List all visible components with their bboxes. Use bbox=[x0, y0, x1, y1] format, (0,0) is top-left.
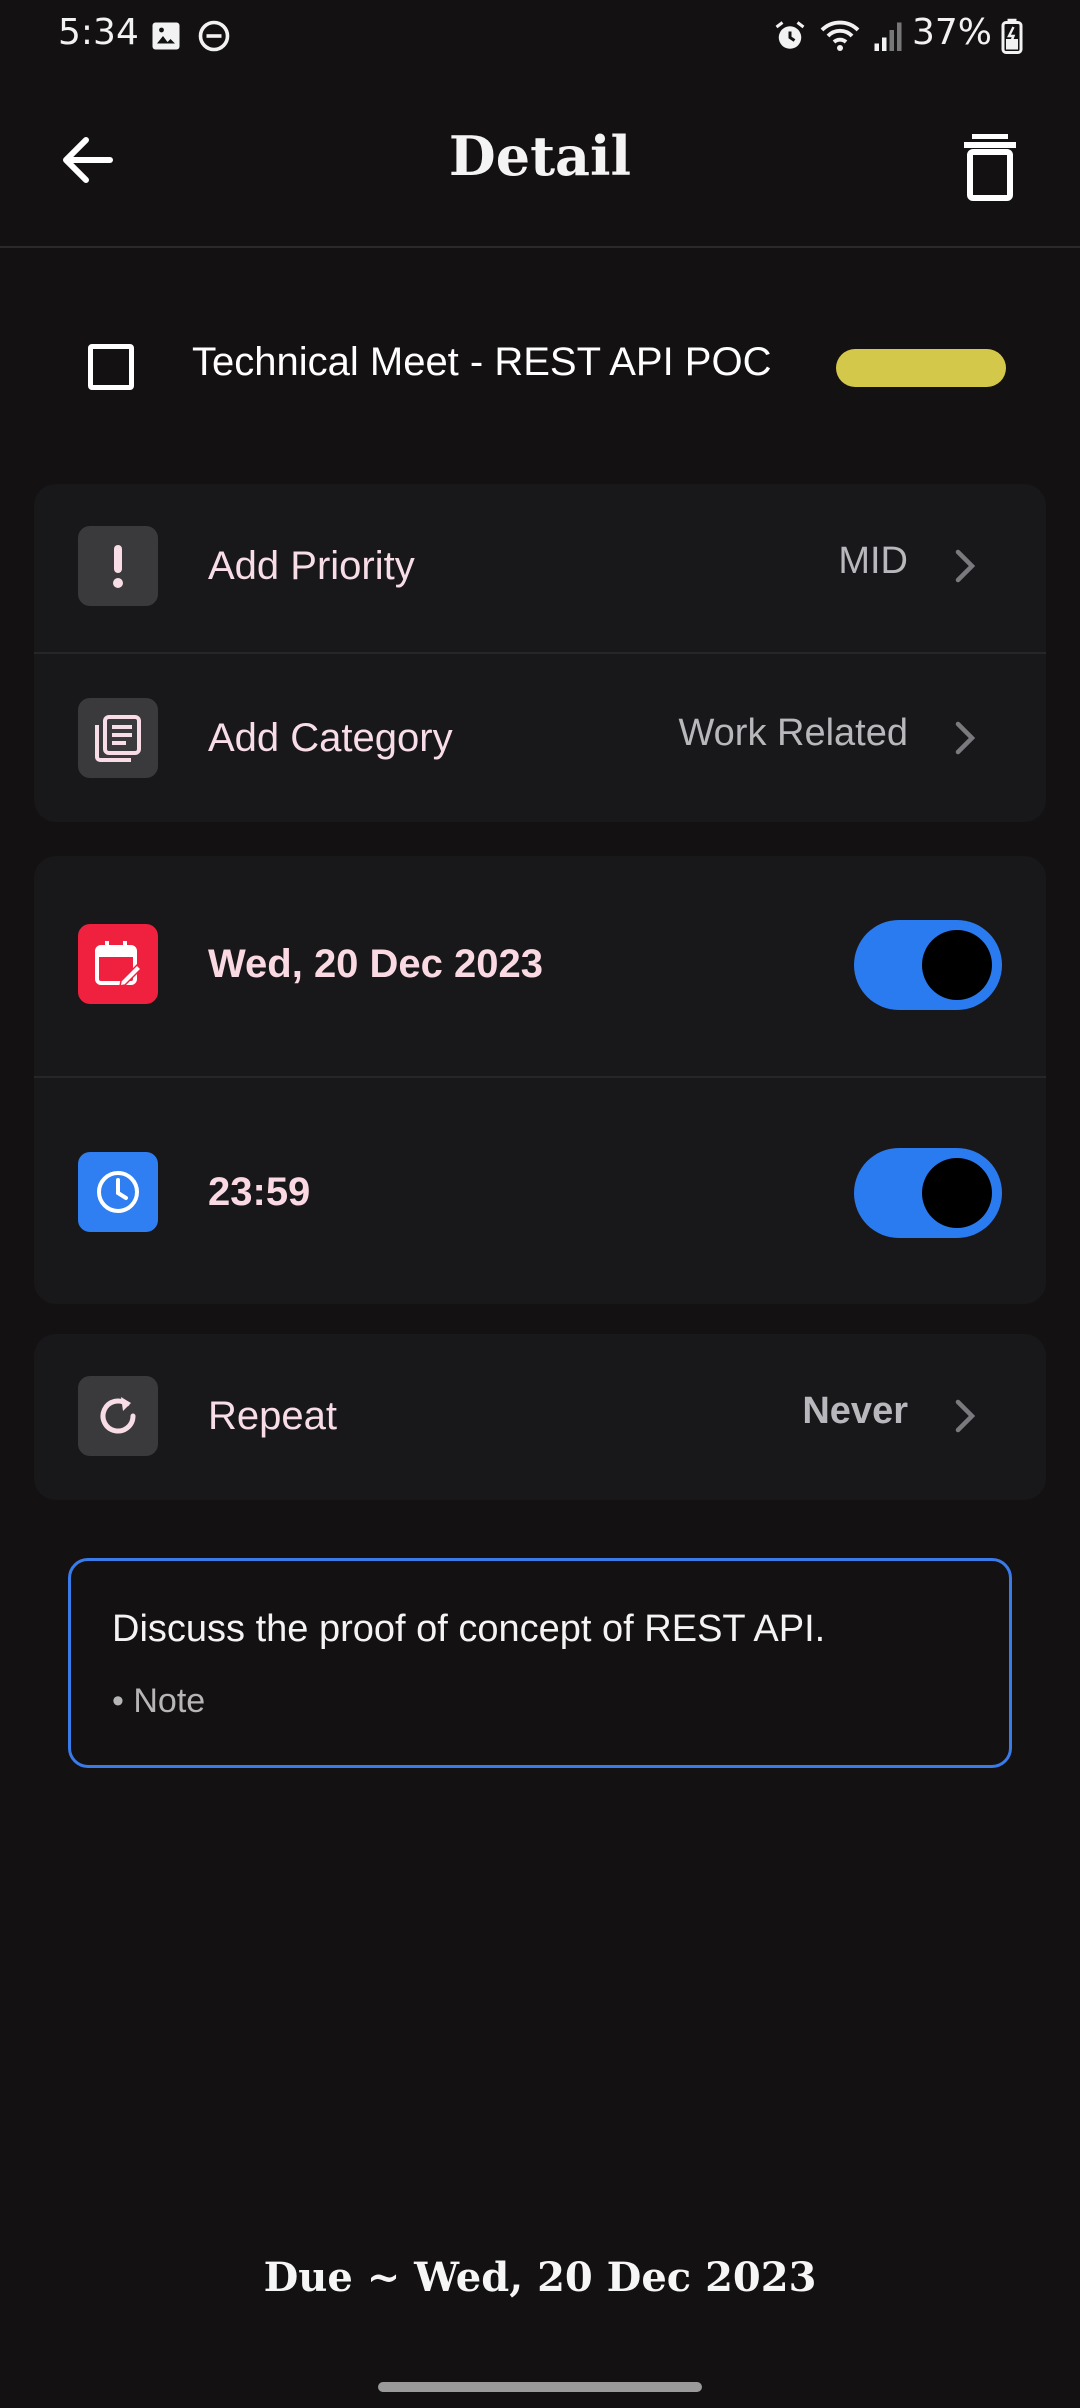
note-text: Discuss the proof of concept of REST API… bbox=[112, 1608, 826, 1650]
list-icon bbox=[95, 715, 141, 762]
priority-icon-box bbox=[78, 526, 158, 606]
task-checkbox[interactable] bbox=[88, 344, 134, 390]
page-title: Detail bbox=[448, 124, 632, 188]
date-label: Wed, 20 Dec 2023 bbox=[208, 942, 544, 986]
category-label: Add Category bbox=[208, 716, 453, 760]
priority-label: Add Priority bbox=[208, 544, 415, 588]
priority-value: MID bbox=[838, 540, 908, 582]
toggle-knob bbox=[922, 930, 992, 1000]
battery-charging-icon bbox=[1001, 18, 1023, 54]
wifi-icon bbox=[820, 20, 860, 51]
time-toggle[interactable] bbox=[854, 1148, 1002, 1238]
delete-button[interactable] bbox=[950, 120, 1030, 210]
calendar-edit-icon bbox=[95, 941, 143, 987]
task-color-tag[interactable] bbox=[836, 349, 1006, 387]
signal-icon bbox=[874, 22, 902, 51]
task-title[interactable]: Technical Meet - REST API POC bbox=[192, 340, 771, 385]
refresh-icon bbox=[100, 1397, 136, 1434]
alarm-icon bbox=[775, 21, 805, 49]
do-not-disturb-icon bbox=[198, 20, 230, 52]
repeat-label: Repeat bbox=[208, 1394, 337, 1438]
exclamation-icon bbox=[113, 545, 123, 588]
time-icon-box bbox=[78, 1152, 158, 1232]
repeat-icon-box bbox=[78, 1376, 158, 1456]
category-icon-box bbox=[78, 698, 158, 778]
image-icon bbox=[152, 22, 180, 50]
chevron-right-icon bbox=[955, 549, 976, 583]
date-toggle[interactable] bbox=[854, 920, 1002, 1010]
trash-icon bbox=[964, 134, 1016, 201]
time-label: 23:59 bbox=[208, 1170, 311, 1214]
note-hint: • Note bbox=[112, 1682, 206, 1720]
due-date-text: Due ~ Wed, 20 Dec 2023 bbox=[263, 2254, 817, 2301]
chevron-right-icon bbox=[955, 1399, 976, 1433]
home-indicator[interactable] bbox=[378, 2382, 702, 2392]
note-input[interactable] bbox=[68, 1558, 1012, 1768]
chevron-right-icon bbox=[955, 721, 976, 755]
battery-percentage: 37% bbox=[912, 12, 993, 53]
category-value: Work Related bbox=[678, 712, 908, 754]
date-icon-box bbox=[78, 924, 158, 1004]
repeat-value: Never bbox=[802, 1390, 908, 1432]
status-time: 5:34 bbox=[58, 12, 139, 53]
clock-icon bbox=[97, 1171, 139, 1213]
toggle-knob bbox=[922, 1158, 992, 1228]
